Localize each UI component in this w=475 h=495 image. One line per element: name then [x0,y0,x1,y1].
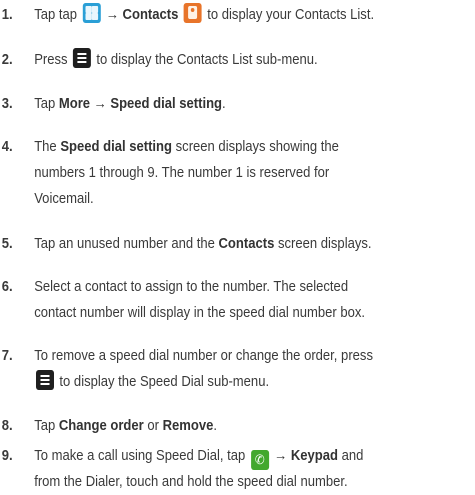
step-number: 3. [1,96,13,112]
contacts-app-icon [183,3,202,23]
step-body: To remove a speed dial number or change … [34,343,466,395]
step-line: from the Dialer, touch and hold the spee… [34,474,348,490]
step-emphasis: → Contacts [105,7,179,23]
step-body: Press to display the Contacts List sub-m… [34,47,466,73]
step-emphasis: Contacts [218,236,275,252]
manual-page: 1. Tap tap → Contacts to display your Co… [0,0,475,490]
step-text: or [147,418,159,434]
step-number: 5. [1,236,13,252]
step-line: To make a call using Speed Dial, tap ✆ →… [34,443,466,470]
step-emphasis: Speed dial setting [60,139,173,155]
step-text: Press [34,52,68,68]
step-body: Tap tap → Contacts to display your Conta… [34,2,466,28]
step-text: screen displays. [277,236,372,252]
step-line: Tap an unused number and the Contacts sc… [34,231,466,257]
step-text: to display the Contacts List sub-menu. [96,52,318,68]
step-emphasis: → Keypad [274,448,338,464]
step-emphasis: Remove [162,418,214,434]
step-text: Tap an unused number and the [34,236,215,252]
step-line: to display the Speed Dial sub-menu. [34,369,466,395]
step-text: and [341,448,364,464]
step-line: To remove a speed dial number or change … [34,348,373,364]
step-emphasis: More → Speed dial setting [58,96,223,112]
step-body: The Speed dial setting screen displays s… [34,134,466,212]
phone-icon: ✆ [250,450,269,470]
step-text: . [213,418,217,434]
step-number: 9. [1,448,13,464]
apps-grid-icon [82,3,101,23]
step-body: Select a contact to assign to the number… [34,274,466,326]
step-line: contact number will display in the speed… [34,305,365,321]
step-text: The [34,139,57,155]
step-text: . [222,96,226,112]
step-line: Select a contact to assign to the number… [34,279,349,295]
step-number: 4. [1,139,13,155]
step-body: To make a call using Speed Dial, tap ✆ →… [34,443,466,495]
step-text: Tap [34,418,56,434]
step-line: numbers 1 through 9. The number 1 is res… [34,165,330,181]
step-line: Tap More → Speed dial setting. [34,91,466,117]
step-number: 2. [1,52,13,68]
step-number: 1. [1,7,13,23]
step-line: The Speed dial setting screen displays s… [34,134,466,160]
step-line: Tap tap → Contacts to display your Conta… [34,2,466,28]
step-text: to display the Speed Dial sub-menu. [59,374,270,390]
menu-key-icon [36,370,54,390]
step-body: Tap Change order or Remove. [34,413,466,439]
step-text: screen displays showing the [175,139,339,155]
step-text: to display your Contacts List. [207,7,375,23]
menu-key-icon [72,48,91,68]
step-body: Tap More → Speed dial setting. [34,91,466,117]
step-text: To make a call using Speed Dial, tap [34,448,246,464]
step-text: Tap tap [34,7,78,23]
step-number: 7. [1,348,13,364]
step-line: Press to display the Contacts List sub-m… [34,47,466,73]
step-number: 8. [1,418,13,434]
step-emphasis: Change order [58,418,144,434]
step-line: Tap Change order or Remove. [34,413,466,439]
step-body: Tap an unused number and the Contacts sc… [34,231,466,257]
step-line: Voicemail. [34,191,94,207]
step-text: Tap [34,96,56,112]
step-number: 6. [1,279,13,295]
